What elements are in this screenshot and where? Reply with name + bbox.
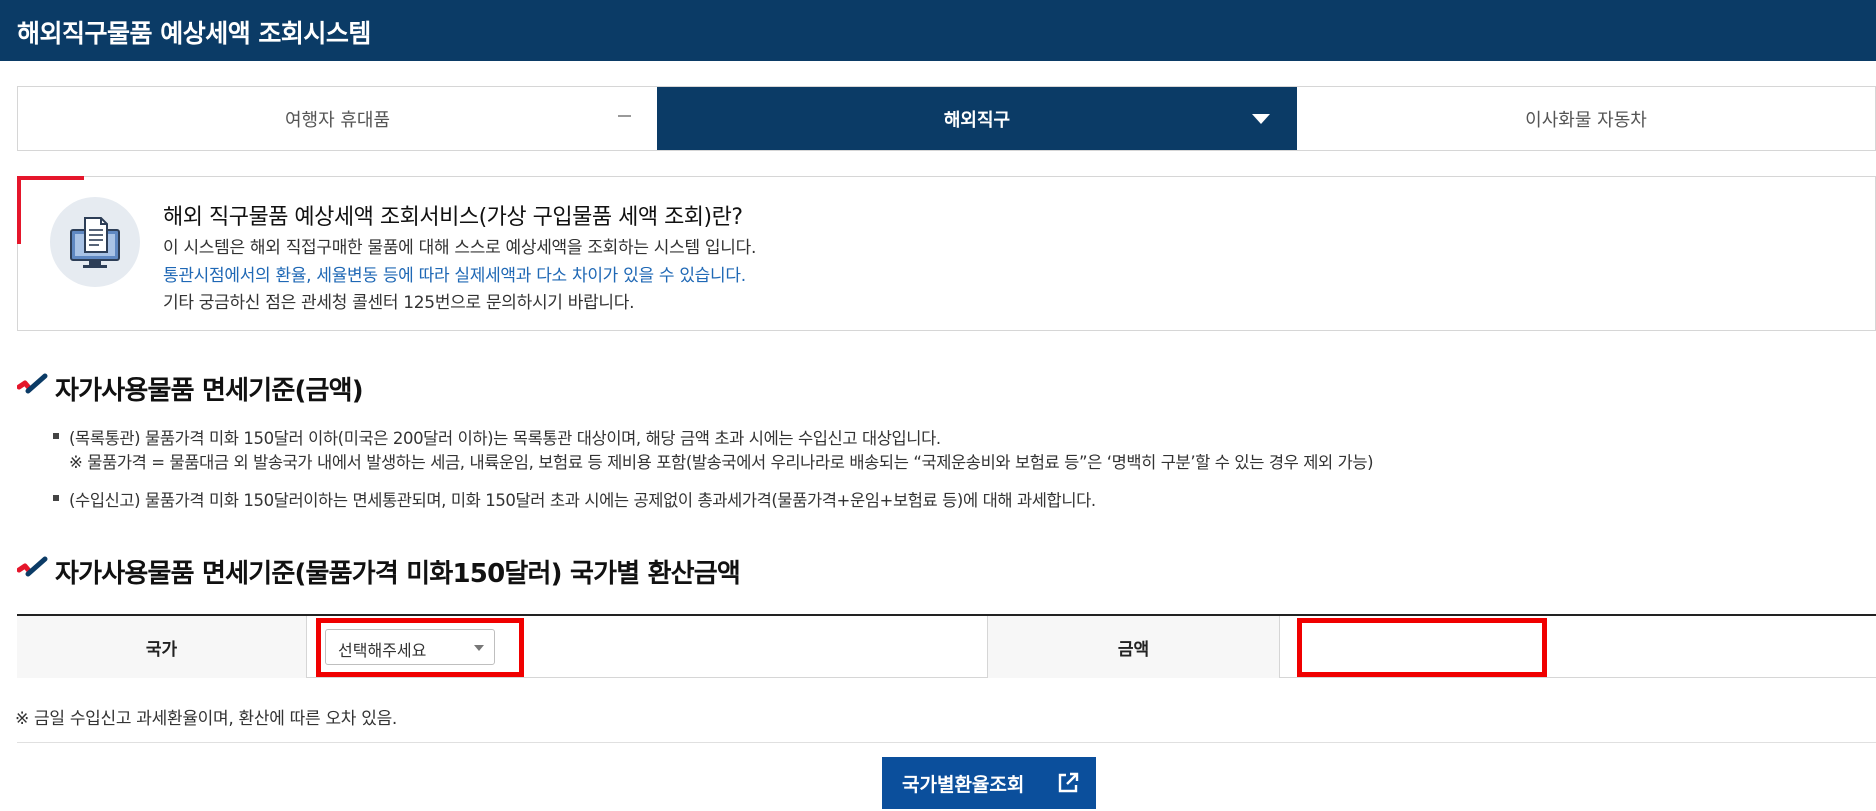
intro-title: 해외 직구물품 예상세액 조회서비스(가상 구입물품 세액 조회)란?: [163, 205, 743, 230]
tab-moving-goods-vehicle[interactable]: 이사화물 자동차: [1297, 87, 1875, 150]
country-label: 국가: [17, 616, 307, 678]
computer-document-icon: [50, 197, 140, 287]
intro-notice: 통관시점에서의 환율, 세율변동 등에 따라 실제세액과 다소 차이가 있을 수…: [163, 266, 746, 286]
amount-display: [1297, 618, 1547, 677]
red-corner-accent: [17, 176, 21, 244]
country-amount-table: 국가 선택해주세요 금액: [17, 614, 1876, 678]
button-label: 국가별환율조회: [902, 773, 1025, 796]
highlight-box: [316, 618, 524, 677]
category-tabs: 여행자 휴대품 해외직구 이사화물 자동차: [17, 86, 1876, 151]
list-item-note: ※ 물품가격 = 물품대금 외 발송국가 내에서 발생하는 세금, 내륙운임, …: [69, 453, 1374, 472]
tab-label: 해외직구: [943, 109, 1011, 131]
intro-description: 이 시스템은 해외 직접구매한 물품에 대해 스스로 예상세액을 조회하는 시스…: [163, 238, 757, 258]
exchange-rate-note: ※ 금일 수입신고 과세환율이며, 환산에 따른 오차 있음.: [15, 709, 398, 729]
intro-box: 해외 직구물품 예상세액 조회서비스(가상 구입물품 세액 조회)란? 이 시스…: [17, 176, 1876, 331]
minus-icon: [618, 115, 631, 117]
page-title: 해외직구물품 예상세액 조회시스템: [17, 19, 371, 48]
check-icon: [17, 373, 48, 394]
external-link-icon: [1058, 772, 1079, 793]
exchange-rate-lookup-button[interactable]: 국가별환율조회: [882, 757, 1096, 809]
list-item: (수입신고) 물품가격 미화 150달러이하는 면세통관되며, 미화 150달러…: [53, 487, 1096, 511]
intro-contact: 기타 궁금하신 점은 관세청 콜센터 125번으로 문의하시기 바랍니다.: [163, 293, 635, 313]
tab-label: 이사화물 자동차: [1525, 109, 1647, 131]
amount-label: 금액: [987, 616, 1280, 678]
list-item-text: (목록통관) 물품가격 미화 150달러 이하(미국은 200달러 이하)는 목…: [69, 429, 941, 448]
list-item-text: (수입신고) 물품가격 미화 150달러이하는 면세통관되며, 미화 150달러…: [69, 491, 1096, 510]
page-header: 해외직구물품 예상세액 조회시스템: [0, 0, 1876, 61]
tab-traveler-goods[interactable]: 여행자 휴대품: [18, 87, 657, 150]
section-title-text: 자가사용물품 면세기준(금액): [55, 376, 364, 406]
check-icon: [17, 556, 48, 577]
section-title-text: 자가사용물품 면세기준(물품가격 미화150달러) 국가별 환산금액: [55, 559, 741, 589]
list-item: (목록통관) 물품가격 미화 150달러 이하(미국은 200달러 이하)는 목…: [53, 425, 941, 449]
divider: [17, 742, 1876, 743]
red-corner-accent: [17, 176, 84, 180]
caret-down-icon: [1252, 114, 1270, 124]
tab-label: 여행자 휴대품: [284, 109, 391, 131]
section-title-country-amount: 자가사용물품 면세기준(물품가격 미화150달러) 국가별 환산금액: [17, 553, 917, 589]
section-title-duty-free-amount: 자가사용물품 면세기준(금액): [17, 370, 517, 406]
tab-overseas-direct-purchase[interactable]: 해외직구: [657, 87, 1297, 150]
